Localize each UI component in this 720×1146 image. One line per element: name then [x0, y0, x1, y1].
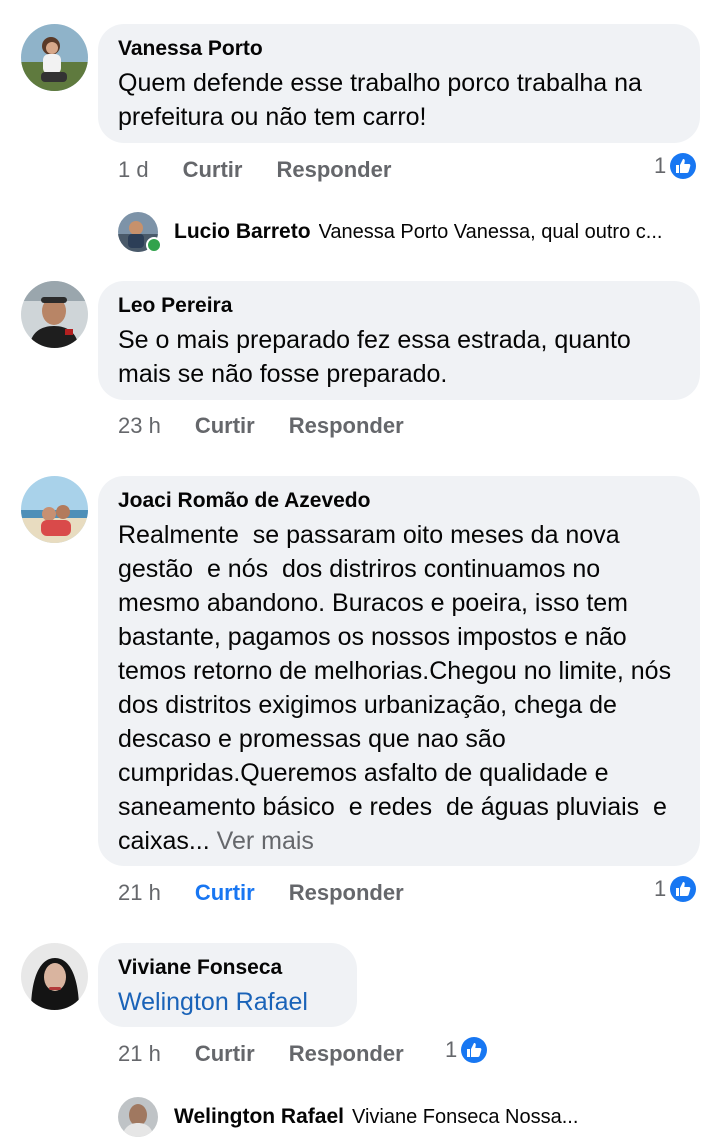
like-button[interactable]: Curtir: [195, 413, 255, 439]
reply-text: Vanessa Porto Vanessa, qual outro c...: [318, 220, 663, 243]
reply-button[interactable]: Responder: [276, 157, 391, 183]
avatar: [118, 1097, 158, 1137]
comment-author[interactable]: Vanessa Porto: [118, 36, 680, 62]
avatar[interactable]: [21, 24, 88, 91]
reaction-count-value: 1: [445, 1037, 458, 1062]
comment-bubble: Vanessa Porto Quem defende esse trabalho…: [98, 24, 700, 143]
reply-text: Viviane Fonseca Nossa...: [351, 1105, 579, 1128]
comment-time[interactable]: 1 d: [118, 157, 149, 183]
comment-bubble: Leo Pereira Se o mais preparado fez essa…: [98, 281, 700, 400]
comment-time[interactable]: 21 h: [118, 880, 161, 906]
reaction-count[interactable]: 1: [654, 876, 697, 902]
comment-actions: 21 h Curtir Responder: [118, 878, 438, 908]
reply-author[interactable]: Welington Rafael: [174, 1105, 344, 1129]
comment-time[interactable]: 21 h: [118, 1041, 161, 1067]
comment-bubble: Joaci Romão de Azevedo Realmente se pass…: [98, 476, 700, 866]
reaction-count-value: 1: [654, 876, 667, 901]
reply-preview[interactable]: Lucio Barreto Vanessa Porto Vanessa, qua…: [118, 210, 708, 254]
reply-preview[interactable]: Welington Rafael Viviane Fonseca Nossa..…: [118, 1095, 708, 1139]
like-button[interactable]: Curtir: [195, 1041, 255, 1067]
comment-text: Quem defende esse trabalho porco trabalh…: [118, 69, 649, 131]
reaction-count-value: 1: [654, 153, 667, 178]
reply-button[interactable]: Responder: [289, 880, 404, 906]
see-more-link[interactable]: Ver mais: [217, 827, 314, 855]
like-button[interactable]: Curtir: [195, 880, 255, 906]
reply-button[interactable]: Responder: [289, 1041, 404, 1067]
reaction-count[interactable]: 1: [445, 1037, 488, 1063]
comment-actions: 23 h Curtir Responder: [118, 411, 438, 441]
online-status-icon: [146, 237, 162, 253]
comment-actions: 1 d Curtir Responder: [118, 155, 425, 185]
comment-author[interactable]: Viviane Fonseca: [118, 955, 337, 981]
mention-link[interactable]: Welington Rafael: [118, 985, 337, 1019]
comment-time[interactable]: 23 h: [118, 413, 161, 439]
reply-author[interactable]: Lucio Barreto: [174, 220, 311, 244]
reaction-count[interactable]: 1: [654, 153, 697, 179]
comment-author[interactable]: Leo Pereira: [118, 293, 680, 319]
comment-body: Realmente se passaram oito meses da nova…: [118, 521, 685, 855]
reply-button[interactable]: Responder: [289, 413, 404, 439]
avatar[interactable]: [21, 476, 88, 543]
thumbs-up-icon: [670, 876, 697, 902]
thumbs-up-icon: [461, 1037, 488, 1063]
avatar[interactable]: [21, 943, 88, 1010]
comment-actions: 21 h Curtir Responder: [118, 1039, 438, 1069]
avatar[interactable]: [21, 281, 88, 348]
comment-bubble: Viviane Fonseca Welington Rafael: [98, 943, 357, 1027]
comment-author[interactable]: Joaci Romão de Azevedo: [118, 488, 680, 514]
thumbs-up-icon: [670, 153, 697, 179]
like-button[interactable]: Curtir: [183, 157, 243, 183]
comment-text: Realmente se passaram oito meses da nova…: [118, 518, 680, 858]
comment-text: Se o mais preparado fez essa estrada, qu…: [118, 326, 638, 388]
